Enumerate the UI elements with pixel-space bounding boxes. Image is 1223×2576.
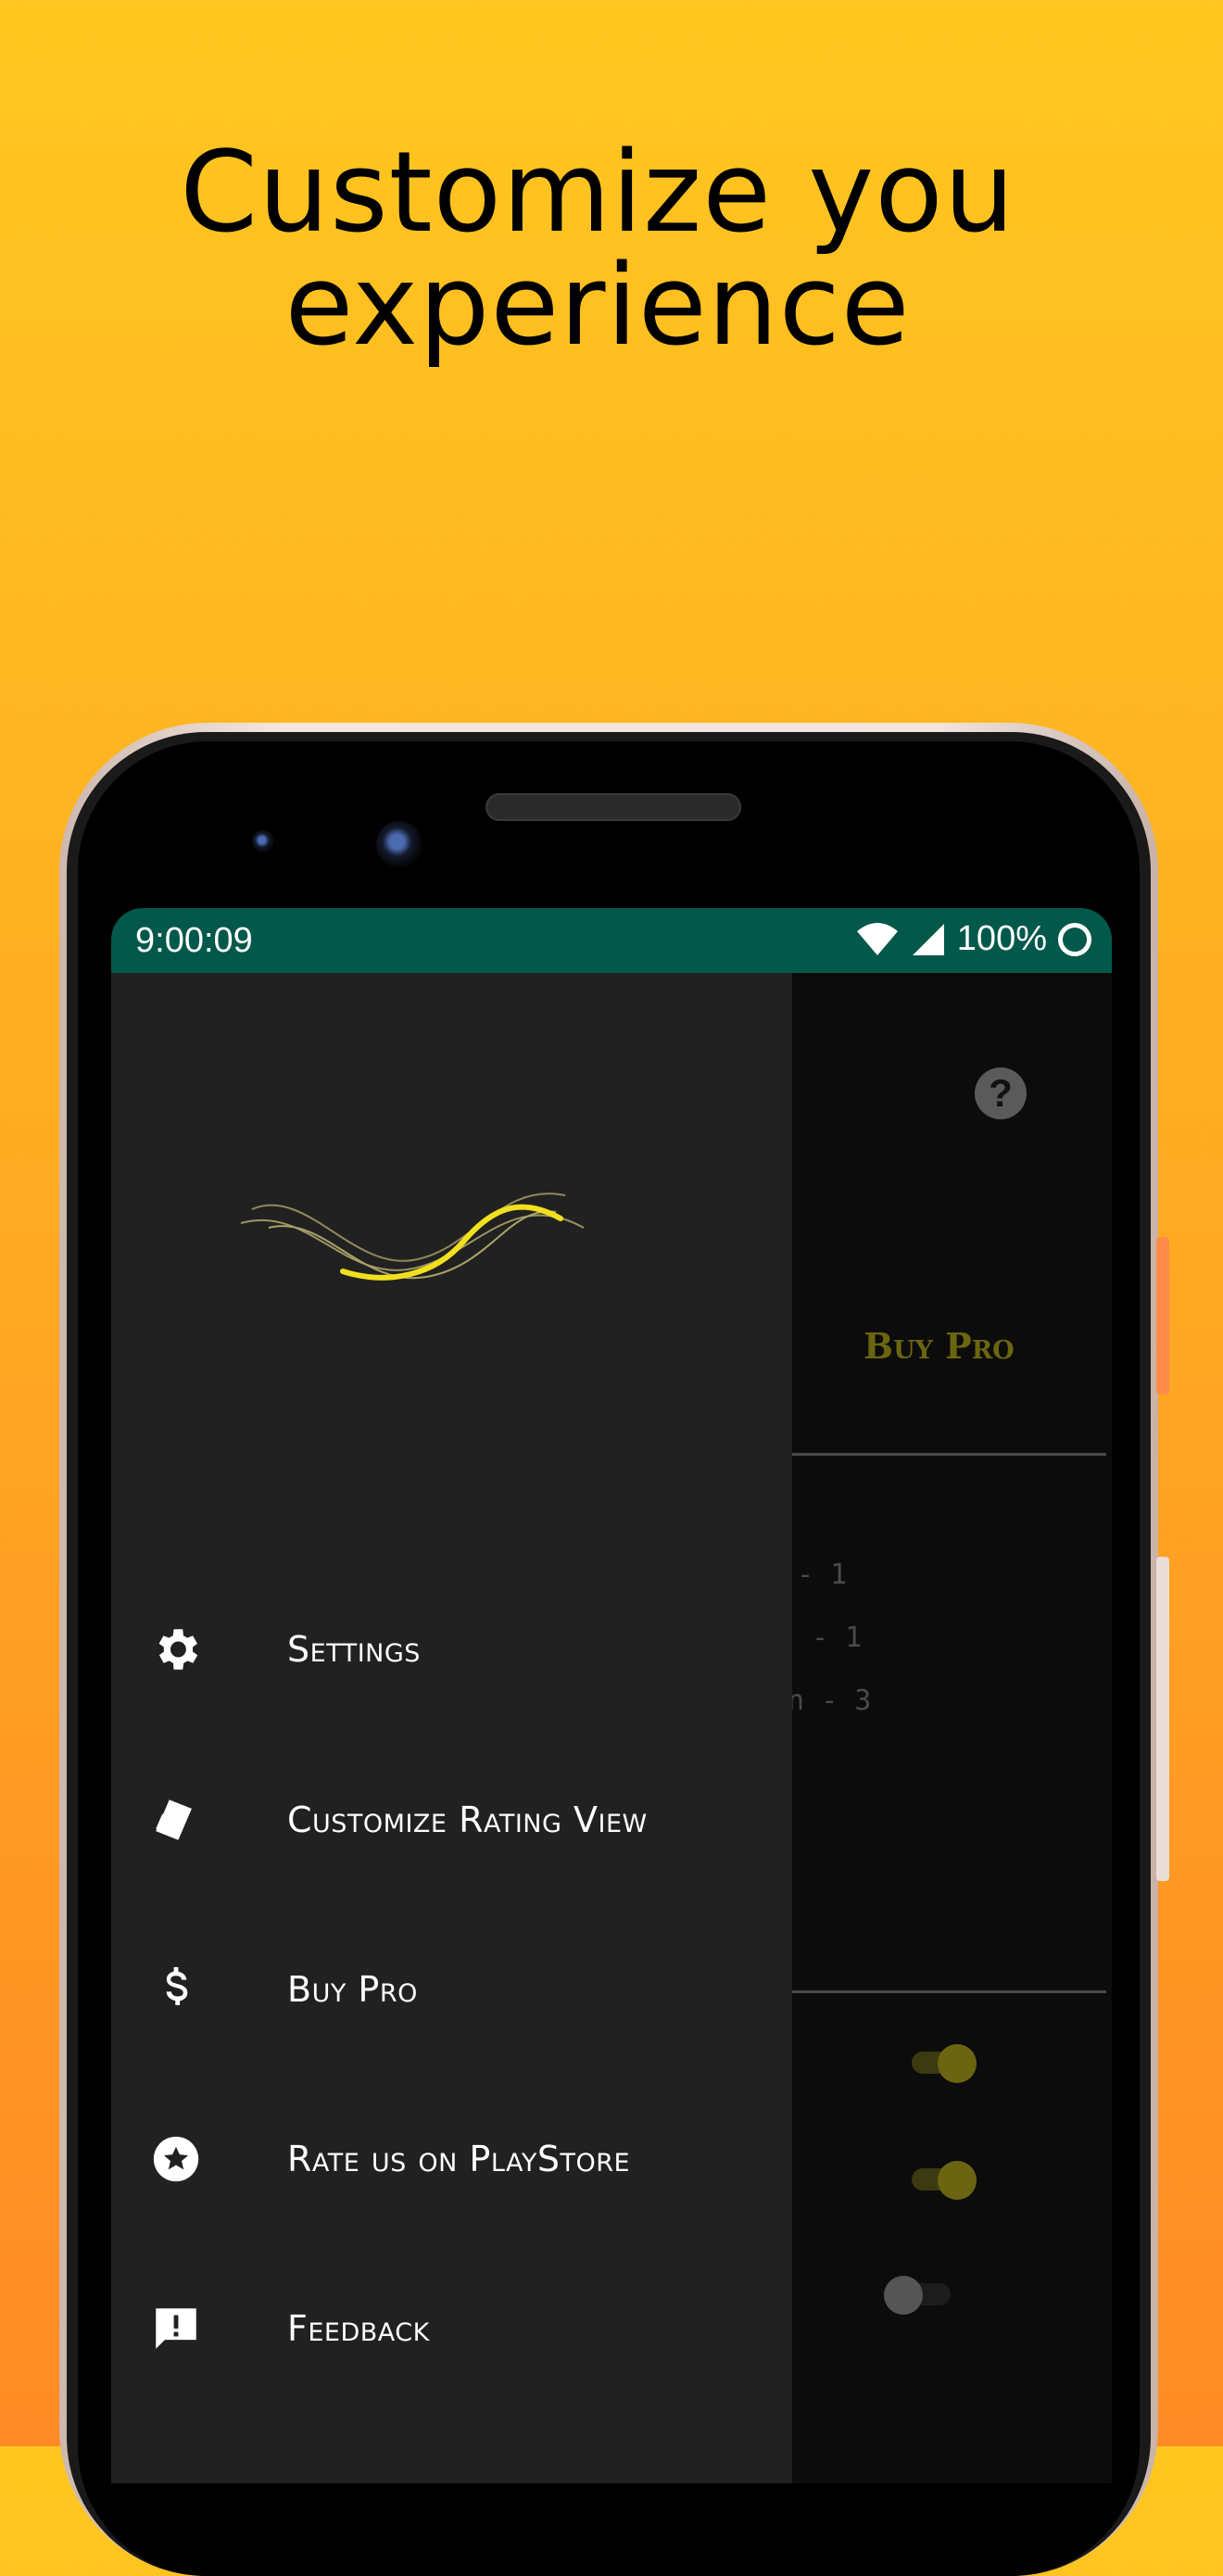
drawer-item-buy-pro[interactable]: Buy Pro (111, 1934, 792, 2045)
status-bar: 9:00:09 100% (111, 908, 1112, 973)
background-row-2: - 1 (812, 1622, 863, 1654)
star-badge-icon (148, 2131, 204, 2187)
phone-speaker (485, 793, 741, 821)
toggle-switch[interactable] (884, 2276, 958, 2315)
help-icon[interactable]: ? (975, 1067, 1027, 1119)
drawer-item-label: Feedback (287, 2308, 430, 2349)
navigation-drawer: Settings Customize Rating View Buy Pro R… (111, 973, 792, 2483)
background-buy-pro[interactable]: Buy Pro (864, 1325, 1015, 1367)
divider (791, 1990, 1106, 1993)
battery-icon (1058, 922, 1091, 956)
front-camera (376, 821, 422, 867)
background-row-1: - 1 (797, 1559, 848, 1591)
phone-power-button (1156, 1237, 1169, 1395)
headline-line-1: Customize you (180, 129, 1015, 258)
drawer-item-label: Rate us on PlayStore (287, 2139, 631, 2179)
toggle-switch[interactable] (906, 2161, 980, 2200)
app-logo (240, 1193, 585, 1281)
status-time: 9:00:09 (135, 921, 253, 960)
dollar-icon (148, 1962, 204, 2017)
status-indicators: 100% (855, 919, 1091, 959)
drawer-item-feedback[interactable]: Feedback (111, 2273, 792, 2384)
battery-percent: 100% (956, 919, 1047, 958)
phone-screen: 9:00:09 100% ? Buy Pro - 1 - 1 wn - 3 Se… (111, 908, 1112, 2483)
drawer-item-label: Settings (287, 1629, 421, 1670)
drawer-item-label: Customize Rating View (287, 1799, 648, 1840)
feedback-icon (148, 2301, 204, 2356)
wifi-icon (856, 922, 898, 955)
drawer-item-rate-us[interactable]: Rate us on PlayStore (111, 2103, 792, 2215)
proximity-sensor (252, 830, 274, 852)
cards-icon (148, 1792, 204, 1848)
marketing-headline: Customize you experience (0, 137, 1195, 363)
drawer-item-settings[interactable]: Settings (111, 1594, 792, 1705)
toggle-switch[interactable] (906, 2044, 980, 2083)
phone-volume-button (1156, 1557, 1169, 1881)
drawer-item-customize-rating-view[interactable]: Customize Rating View (111, 1764, 792, 1875)
divider (791, 1453, 1106, 1456)
gear-icon (148, 1622, 204, 1677)
drawer-item-label: Buy Pro (287, 1969, 418, 2010)
headline-line-2: experience (284, 242, 911, 371)
cell-signal-icon (912, 923, 944, 955)
